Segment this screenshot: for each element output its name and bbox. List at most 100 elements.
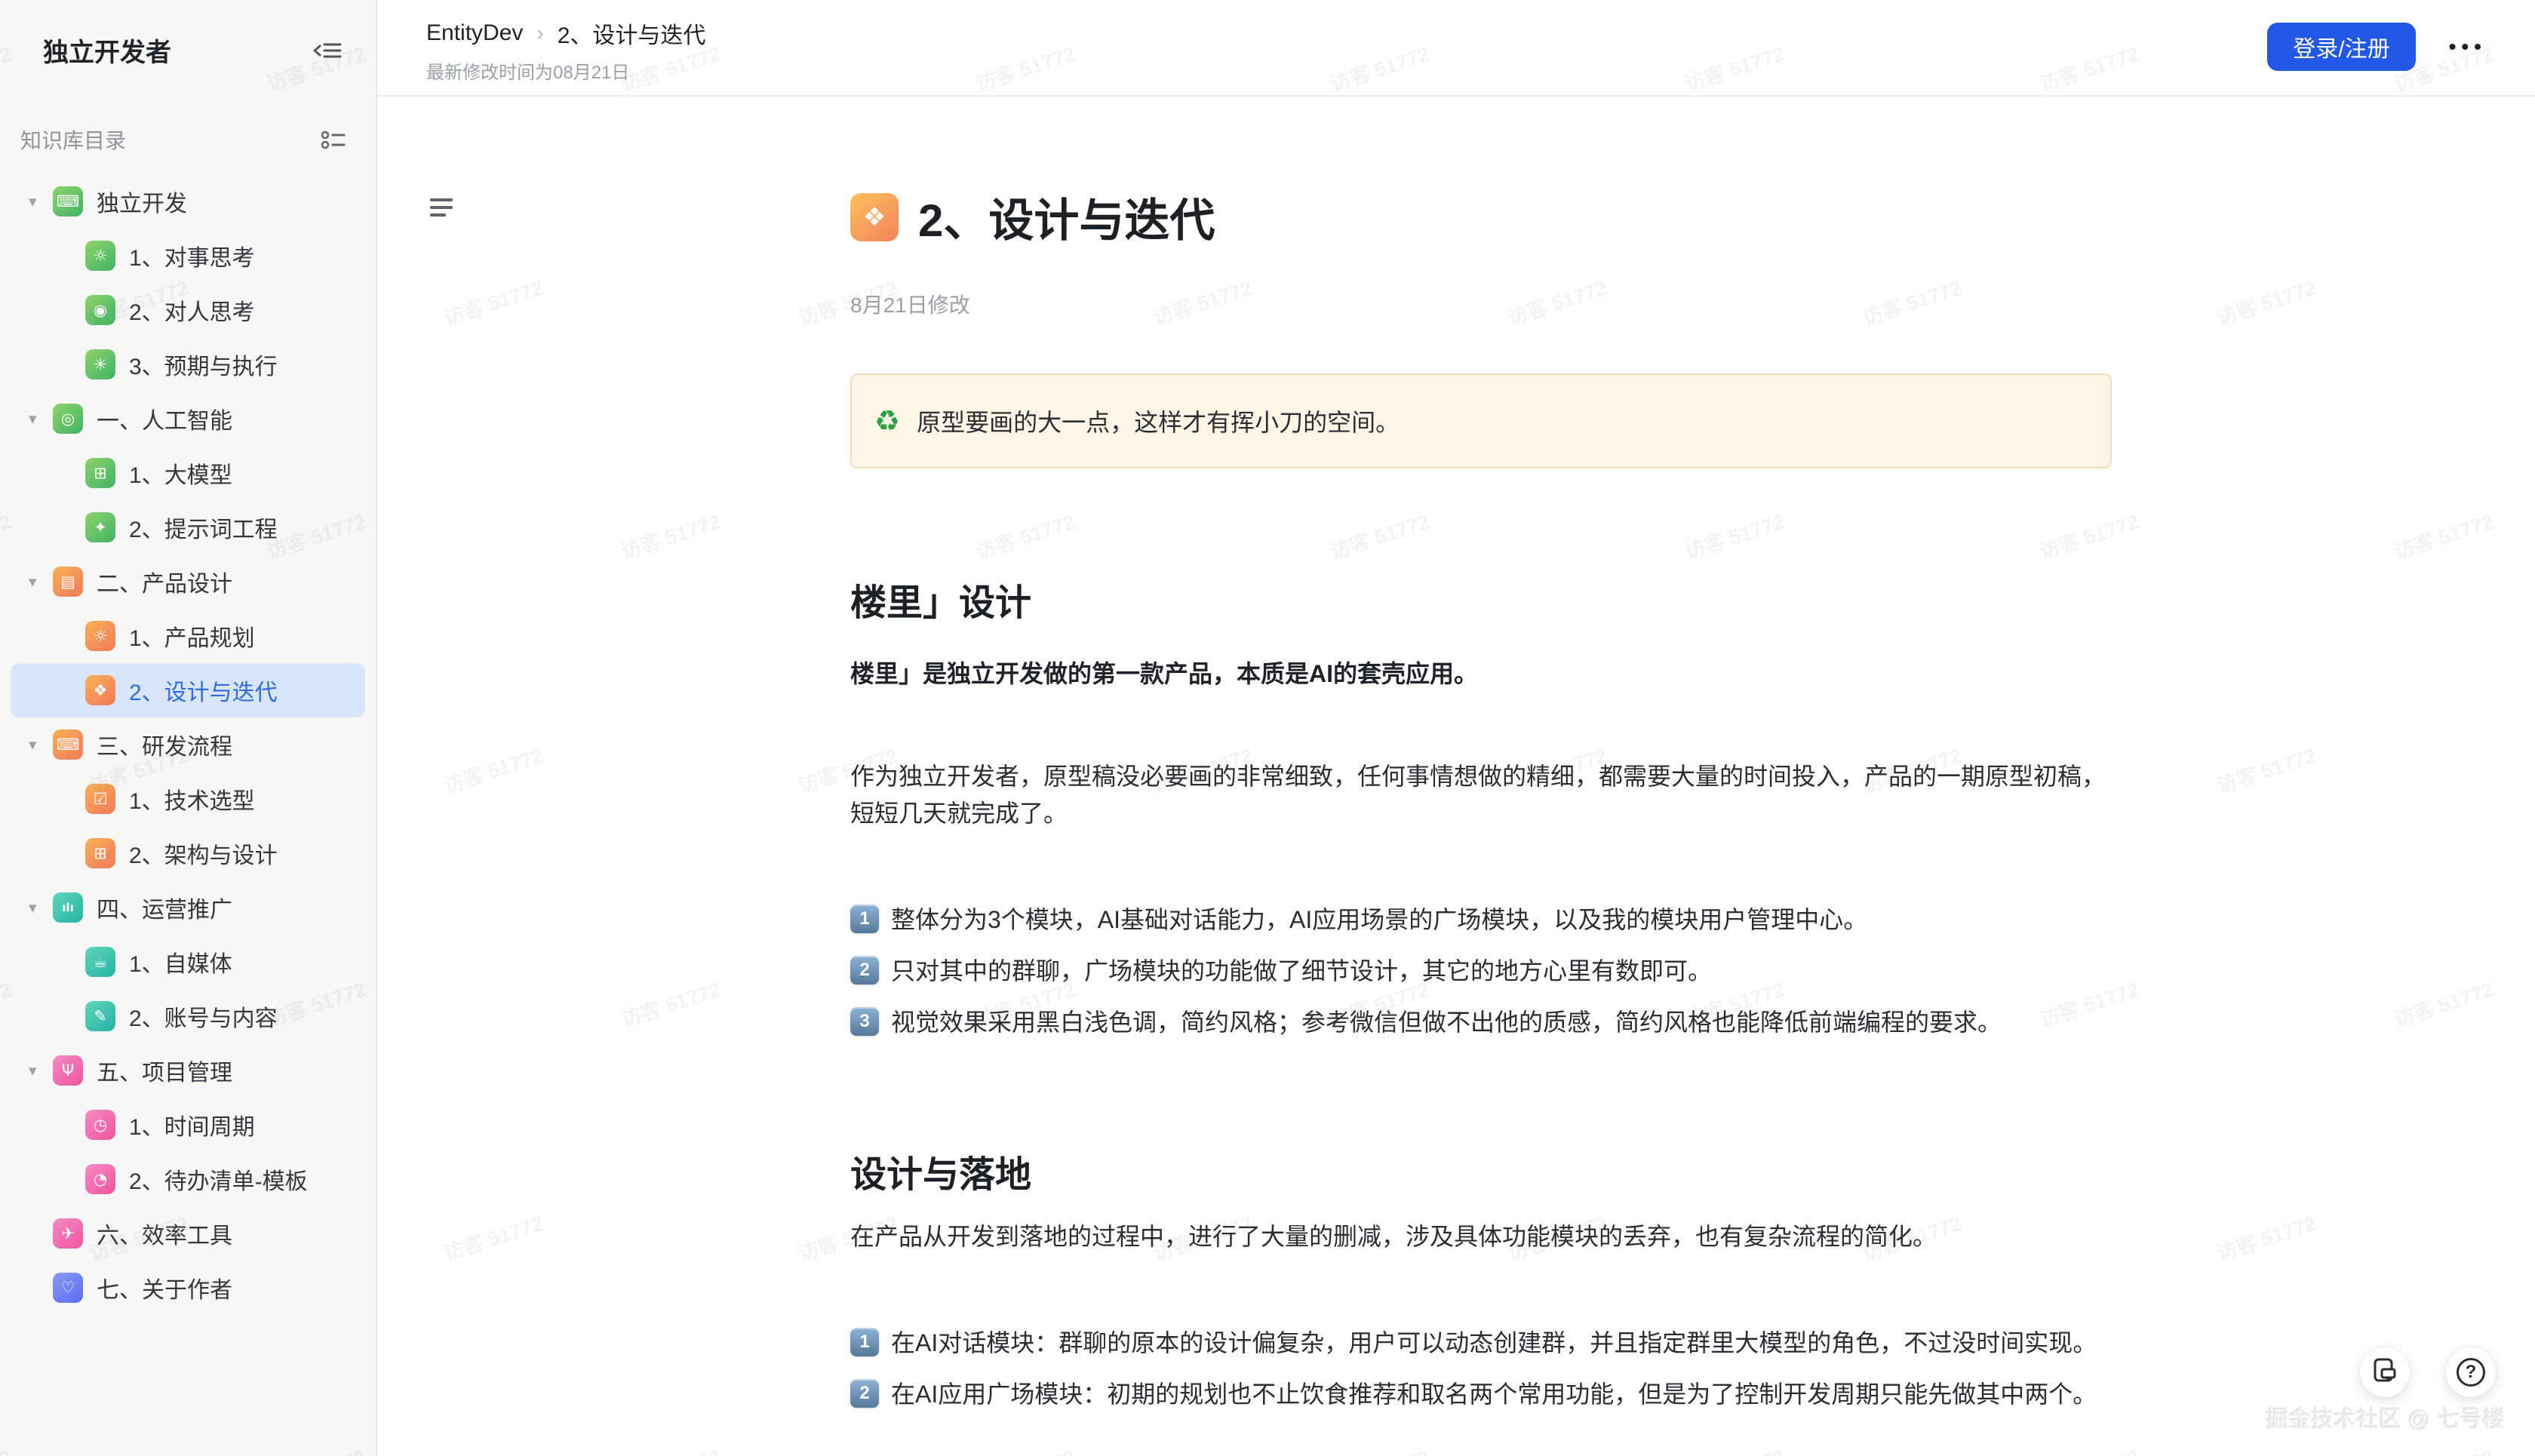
kb-directory-row: 知识库目录 [0, 124, 376, 155]
sidebar-item-label: 2、设计与迭代 [129, 674, 278, 707]
feedback-annotation-button[interactable] [2360, 1347, 2410, 1397]
number-badge-icon: 2 [850, 1379, 879, 1408]
sidebar-header: 独立开发者 [0, 0, 376, 69]
section-bold-intro: 楼里」是独立开发做的第一款产品，本质是AI的套壳应用。 [850, 656, 2112, 692]
sidebar-item[interactable]: ✦ 2、提示词工程 [11, 500, 365, 554]
sidebar-item[interactable]: ◷ 1、时间周期 [11, 1098, 365, 1152]
numbered-list-item: 2 只对其中的群聊，广场模块的功能做了细节设计，其它的地方心里有数即可。 [850, 953, 2112, 989]
sidebar-item[interactable]: ⊞2、架构与设计 [11, 826, 365, 880]
sidebar-item-label: 3、预期与执行 [129, 348, 278, 381]
sidebar-item[interactable]: ◔2、待办清单-模板 [11, 1152, 365, 1206]
kb-directory-label: 知识库目录 [20, 124, 126, 155]
breadcrumb-current: 2、设计与迭代 [558, 17, 706, 50]
sidebar-item-label: 1、产品规划 [129, 619, 255, 653]
sidebar-item[interactable]: ▾◎一、人工智能 [11, 392, 365, 446]
callout-text: 原型要画的大一点，这样才有挥小刀的空间。 [917, 404, 1400, 438]
laptop-icon: ⌨ [53, 186, 83, 217]
gauge-icon: ◷ [85, 1110, 115, 1140]
sidebar: 独立开发者 知识库目录 ▾⌨独立开发☼1、对事思考◉2、对人思考✳3、预期与执行… [0, 0, 377, 1456]
sidebar-item[interactable]: ☼1、产品规划 [11, 609, 365, 663]
sidebar-item[interactable]: ⊞1、大模型 [11, 446, 365, 500]
sidebar-item-label: 六、效率工具 [97, 1217, 232, 1250]
sidebar-item-label: 三、研发流程 [97, 728, 232, 761]
sidebar-item[interactable]: ✳ 3、预期与执行 [11, 337, 365, 392]
workspace-title: 独立开发者 [43, 32, 171, 69]
expander-arrow-icon[interactable]: ▾ [29, 898, 53, 917]
document: ❖ 2、设计与迭代 8月21日修改 ♻ 原型要画的大一点，这样才有挥小刀的空间。… [850, 184, 2112, 1456]
sidebar-item[interactable]: ❖2、设计与迭代 [11, 663, 365, 717]
number-badge-icon: 1 [850, 905, 879, 933]
sidebar-item-label: 2、账号与内容 [129, 1000, 278, 1033]
layers-icon: ▤ [53, 567, 83, 597]
trophy-icon: Ψ [53, 1055, 83, 1086]
sidebar-item[interactable]: ▾⌨三、研发流程 [11, 717, 365, 772]
doc-modified-date: 8月21日修改 [850, 289, 2112, 319]
sidebar-item-label: 四、运营推广 [97, 891, 232, 924]
number-badge-icon: 3 [850, 1007, 879, 1036]
sidebar-item[interactable]: ☑1、技术选型 [11, 772, 365, 826]
sidebar-item[interactable]: ▾ılı四、运营推广 [11, 880, 365, 935]
community-watermark: 掘金技术社区 @ 七号楼 [2266, 1400, 2505, 1433]
aperture-icon: ✳ [85, 349, 115, 379]
sidebar-item-label: 2、待办清单-模板 [129, 1163, 308, 1196]
numbered-list-item: 3视觉效果采用黑白浅色调，简约风格；参考微信但做不出他的质感，简约风格也能降低前… [850, 1004, 2112, 1040]
help-button[interactable]: ? [2446, 1347, 2496, 1397]
sidebar-item-label: 2、对人思考 [129, 293, 255, 327]
sidebar-item[interactable]: ✈ 六、效率工具 [11, 1206, 365, 1261]
numbered-item-text: 只对其中的群聊，广场模块的功能做了细节设计，其它的地方心里有数即可。 [891, 953, 1712, 989]
sidebar-item[interactable]: ✎2、账号与内容 [11, 989, 365, 1043]
expander-arrow-icon[interactable]: ▾ [29, 410, 53, 429]
sidebar-item-label: 2、提示词工程 [129, 511, 278, 544]
sidebar-item-label: 1、时间周期 [129, 1108, 255, 1141]
numbered-item-text: 在AI对话模块：群聊的原本的设计偏复杂，用户可以动态创建群，并且指定群里大模型的… [891, 1325, 2097, 1361]
numbered-list-item: 1在AI对话模块：群聊的原本的设计偏复杂，用户可以动态创建群，并且指定群里大模型… [850, 1325, 2112, 1361]
doc-flowchart-icon: ❖ [850, 193, 899, 241]
section-paragraph: 在产品从开发到落地的过程中，进行了大量的删减，涉及具体功能模块的丢弃，也有复杂流… [850, 1218, 2112, 1255]
expander-arrow-icon[interactable]: ▾ [29, 1061, 53, 1080]
question-mark-icon: ? [2457, 1358, 2485, 1387]
numbered-item-text: 在AI应用广场模块：初期的规划也不止饮食推荐和取名两个常用功能，但是为了控制开发… [891, 1376, 2097, 1412]
main-area: EntityDev › 2、设计与迭代 最新修改时间为08月21日 登录/注册 … [377, 0, 2535, 1456]
section-paragraph: 作为独立开发者，原型稿没必要画的非常细致，任何事情想做的精细，都需要大量的时间投… [850, 758, 2112, 832]
checkbox-icon: ☑ [85, 784, 115, 814]
expander-arrow-icon[interactable]: ▾ [29, 192, 53, 211]
compass-icon: ◎ [53, 404, 83, 434]
sidebar-item-label: 1、自媒体 [129, 945, 232, 978]
plane-icon: ✈ [53, 1218, 83, 1249]
kb-tree: ▾⌨独立开发☼1、对事思考◉2、对人思考✳3、预期与执行▾◎一、人工智能⊞1、大… [0, 174, 376, 1315]
breadcrumb-root-link[interactable]: EntityDev [426, 20, 523, 46]
numbered-list-item: 2 在AI应用广场模块：初期的规划也不止饮食推荐和取名两个常用功能，但是为了控制开… [850, 1376, 2112, 1412]
bulb-icon: ☼ [85, 241, 115, 271]
header-actions: 登录/注册 ••• [2267, 23, 2487, 71]
numbered-list: 1在AI对话模块：群聊的原本的设计偏复杂，用户可以动态创建群，并且指定群里大模型… [850, 1325, 2112, 1412]
sidebar-item[interactable]: ♡七、关于作者 [11, 1261, 365, 1315]
number-badge-icon: 2 [850, 956, 879, 984]
more-options-icon[interactable]: ••• [2449, 35, 2487, 59]
sidebar-item[interactable]: ▾⌨ 独立开发 [11, 174, 365, 229]
outline-toc-icon[interactable] [430, 198, 456, 221]
annotation-icon [2373, 1358, 2397, 1387]
recycle-icon: ♻ [874, 407, 900, 435]
login-register-button[interactable]: 登录/注册 [2267, 23, 2415, 71]
collapse-sidebar-icon[interactable] [312, 38, 343, 63]
floating-buttons: ? [2324, 1347, 2496, 1397]
last-modified-text: 最新修改时间为08月21日 [426, 57, 705, 84]
sidebar-item-label: 独立开发 [97, 185, 187, 218]
expander-arrow-icon[interactable]: ▾ [29, 736, 53, 754]
sidebar-item[interactable]: ▾▤二、产品设计 [11, 554, 365, 609]
doc-sections: 楼里」设计楼里」是独立开发做的第一款产品，本质是AI的套壳应用。作为独立开发者，… [850, 573, 2112, 1456]
tag-icon: ✦ [85, 512, 115, 542]
sidebar-item[interactable]: ◉ 2、对人思考 [11, 283, 365, 337]
doc-title: 2、设计与迭代 [918, 184, 1215, 250]
grid-icon: ⊞ [85, 458, 115, 488]
numbered-list-item: 1整体分为3个模块，AI基础对话能力，AI应用场景的广场模块，以及我的模块用户管… [850, 902, 2112, 938]
compass-icon: ◉ [85, 295, 115, 325]
sidebar-item[interactable]: ▾Ψ五、项目管理 [11, 1043, 365, 1098]
breadcrumb-separator: › [536, 21, 543, 45]
sidebar-item-label: 1、对事思考 [129, 239, 255, 272]
sidebar-item[interactable]: ☕1、自媒体 [11, 935, 365, 989]
sidebar-item[interactable]: ☼ 1、对事思考 [11, 229, 365, 283]
expander-arrow-icon[interactable]: ▾ [29, 573, 53, 591]
sort-list-icon[interactable] [321, 129, 346, 150]
breadcrumb: EntityDev › 2、设计与迭代 最新修改时间为08月21日 [426, 17, 705, 84]
